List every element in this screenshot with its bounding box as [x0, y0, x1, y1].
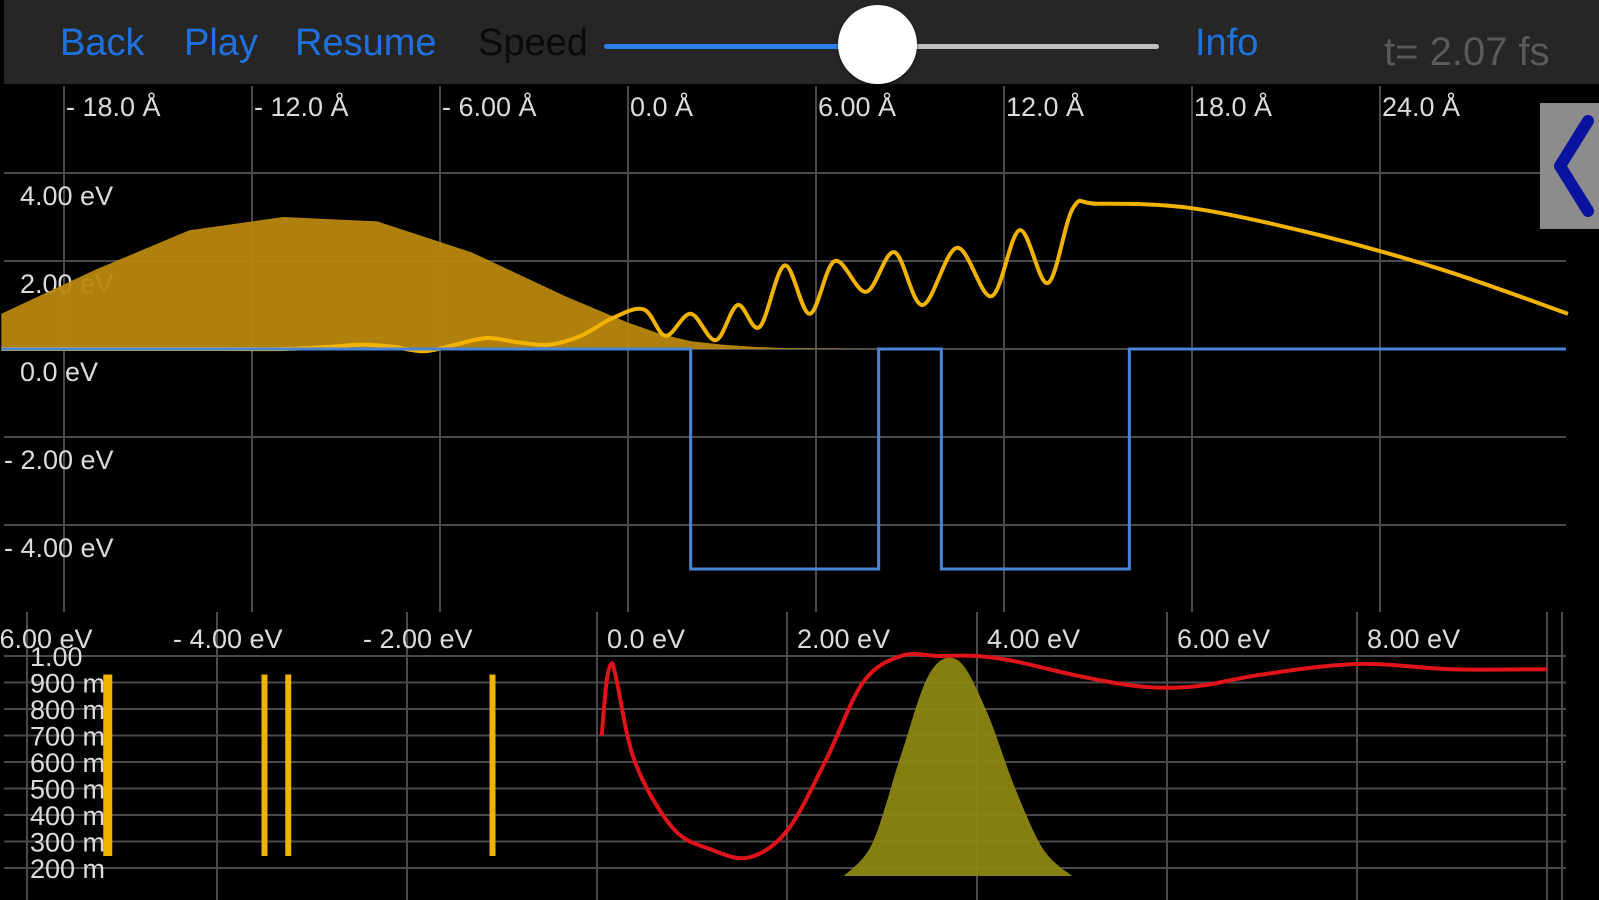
energy-distribution-area: [844, 657, 1072, 876]
y-tick-label: 500 m: [30, 775, 105, 805]
y-tick-label: - 4.00 eV: [4, 533, 114, 563]
x-tick-label: 0.0 eV: [607, 624, 685, 654]
x-tick-label: 6.00 eV: [1177, 624, 1270, 654]
y-tick-label: 800 m: [30, 695, 105, 725]
x-tick-label: 0.0 Å: [630, 91, 693, 122]
x-tick-label: 4.00 eV: [987, 624, 1080, 654]
x-tick-label: 2.00 eV: [797, 624, 890, 654]
x-tick-label: - 6.00 Å: [442, 91, 537, 122]
x-tick-label: 12.0 Å: [1006, 91, 1084, 122]
y-tick-label: 300 m: [30, 828, 105, 858]
y-tick-label: 0.0 eV: [20, 357, 98, 387]
y-tick-label: 1.00: [30, 642, 83, 672]
y-tick-label: 600 m: [30, 748, 105, 778]
x-tick-label: 8.00 eV: [1367, 624, 1460, 654]
x-tick-label: - 18.0 Å: [66, 91, 161, 122]
y-tick-label: 400 m: [30, 801, 105, 831]
side-panel-toggle[interactable]: [1540, 103, 1599, 229]
y-tick-label: - 2.00 eV: [4, 445, 114, 475]
x-tick-label: 18.0 Å: [1194, 91, 1272, 122]
plots-canvas: - 18.0 Å - 12.0 Å - 6.00 Å 0.0 Å 6.00 Å 12.0 …: [0, 86, 1569, 900]
y-tick-label: 900 m: [30, 669, 105, 699]
x-tick-label: 6.00 Å: [818, 91, 896, 122]
x-tick-label: - 4.00 eV: [173, 624, 283, 654]
chevron-left-icon: [1554, 115, 1594, 217]
x-tick-label: - 12.0 Å: [254, 91, 349, 122]
potential-line: [1, 347, 1566, 571]
transmission-line: [599, 652, 1548, 861]
y-tick-label: 200 m: [30, 854, 105, 884]
y-tick-label: 700 m: [30, 722, 105, 752]
x-tick-label: 24.0 Å: [1382, 91, 1460, 122]
y-tick-label: 4.00 eV: [20, 181, 113, 211]
x-tick-label: - 2.00 eV: [363, 624, 473, 654]
